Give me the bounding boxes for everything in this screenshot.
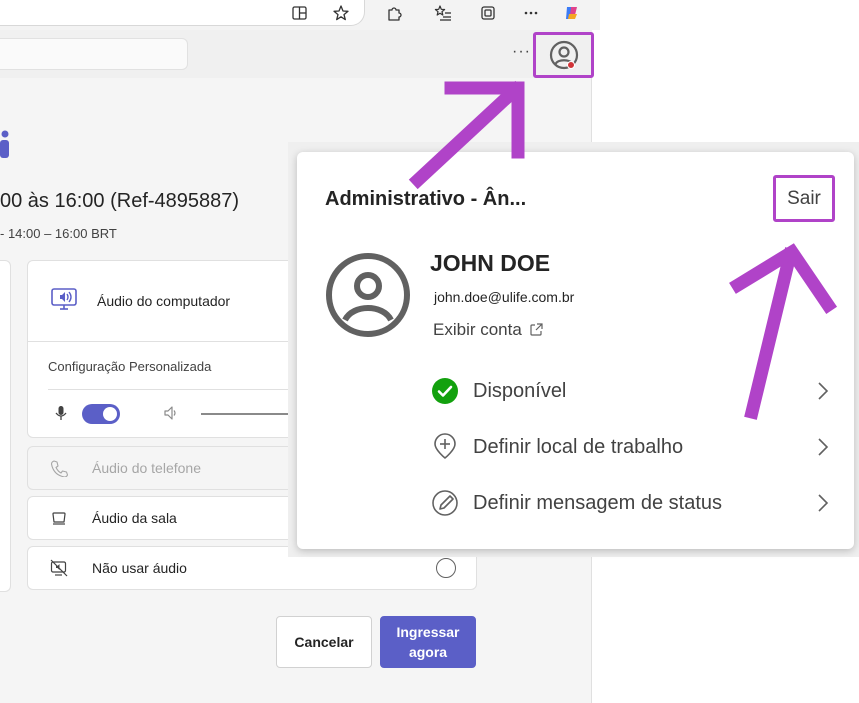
external-link-icon xyxy=(530,323,543,336)
user-avatar-icon xyxy=(326,253,410,337)
more-icon[interactable] xyxy=(519,2,543,24)
available-check-icon xyxy=(431,377,459,405)
copilot-icon[interactable] xyxy=(560,2,584,24)
no-audio-label: Não usar áudio xyxy=(92,560,187,576)
presence-status-row[interactable]: Disponível xyxy=(431,371,831,411)
favorite-star-icon[interactable] xyxy=(329,2,353,24)
app-header: ··· xyxy=(0,30,592,78)
user-email: john.doe@ulife.com.br xyxy=(434,289,575,305)
collections-icon[interactable] xyxy=(476,2,500,24)
teams-logo-icon xyxy=(0,130,9,158)
location-plus-icon xyxy=(431,433,459,461)
search-input[interactable] xyxy=(0,38,188,70)
user-name: JOHN DOE xyxy=(430,250,551,276)
view-account-label: Exibir conta xyxy=(433,320,522,339)
no-audio-radio[interactable] xyxy=(436,558,456,578)
chevron-right-icon xyxy=(818,494,829,512)
phone-audio-label: Áudio do telefone xyxy=(92,460,201,476)
app-more-button[interactable]: ··· xyxy=(512,43,531,61)
pencil-status-icon xyxy=(431,489,459,517)
phone-icon xyxy=(50,460,68,477)
presence-status-label: Disponível xyxy=(473,379,567,402)
status-message-row[interactable]: Definir mensagem de status xyxy=(431,483,831,523)
screen: ··· 00 às 16:00 (Ref-4895887) - 14:00 – … xyxy=(0,0,859,703)
extensions-icon[interactable] xyxy=(382,2,406,24)
browser-toolbar xyxy=(0,0,600,30)
microphone-toggle[interactable] xyxy=(82,404,120,424)
video-preview-panel xyxy=(0,260,11,592)
cancel-button[interactable]: Cancelar xyxy=(276,616,372,668)
organization-name: Administrativo - Ân... xyxy=(325,188,527,210)
no-audio-icon xyxy=(50,559,68,577)
chevron-right-icon xyxy=(818,438,829,456)
audio-config-label[interactable]: Configuração Personalizada xyxy=(48,359,211,374)
chevron-right-icon xyxy=(818,382,829,400)
view-account-link[interactable]: Exibir conta xyxy=(433,320,544,340)
meeting-title: 00 às 16:00 (Ref-4895887) xyxy=(0,190,240,212)
account-popup: Administrativo - Ân... Sair JOHN DOE joh… xyxy=(297,152,854,549)
profile-button[interactable] xyxy=(533,32,594,78)
alert-dot xyxy=(567,61,575,69)
status-message-label: Definir mensagem de status xyxy=(473,491,723,514)
computer-audio-label: Áudio do computador xyxy=(97,293,231,309)
room-audio-label: Áudio da sala xyxy=(92,510,177,526)
grid-split-icon[interactable] xyxy=(288,2,312,24)
room-audio-icon xyxy=(52,512,66,525)
computer-audio-icon xyxy=(51,288,77,310)
join-now-button[interactable]: Ingressar agora xyxy=(380,616,476,668)
sign-out-button[interactable]: Sair xyxy=(773,175,835,222)
speaker-icon xyxy=(164,406,176,420)
favorites-list-icon[interactable] xyxy=(431,2,455,24)
microphone-icon xyxy=(55,406,67,420)
work-location-label: Definir local de trabalho xyxy=(473,435,684,458)
meeting-time: - 14:00 – 16:00 BRT xyxy=(0,226,117,241)
work-location-row[interactable]: Definir local de trabalho xyxy=(431,427,831,467)
